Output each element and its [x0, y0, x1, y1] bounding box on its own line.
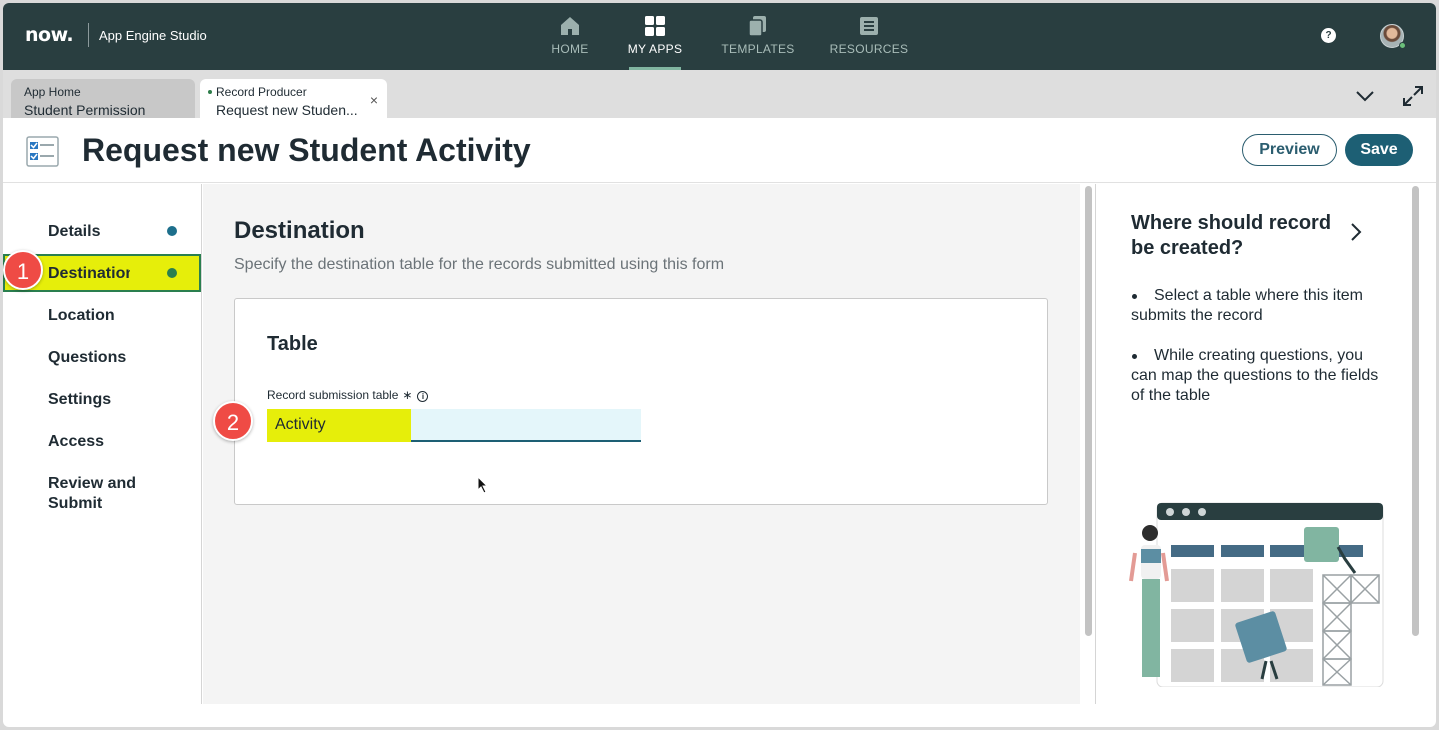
save-button[interactable]: Save — [1345, 134, 1413, 166]
nav-resources-label: RESOURCES — [829, 42, 909, 56]
resources-icon — [860, 17, 878, 35]
help-bullet: While creating questions, you can map th… — [1131, 346, 1391, 406]
field-value: Activity — [275, 416, 326, 433]
main-scrollbar[interactable] — [1085, 186, 1092, 636]
nav-my-apps[interactable]: MY APPS — [615, 15, 695, 70]
nav-home-label: HOME — [551, 42, 589, 56]
step-status-dot — [167, 268, 177, 278]
step-review-and-submit[interactable]: Review and Submit — [3, 464, 201, 514]
step-label: Settings — [48, 391, 112, 408]
nav-my-apps-label: MY APPS — [627, 42, 683, 56]
step-label: Review and Submit — [48, 475, 137, 512]
annotation-badge-2: 2 — [213, 401, 253, 441]
close-icon[interactable]: × — [370, 92, 378, 108]
tab-strip: App Home Student Permission Record Produ… — [3, 70, 1436, 118]
info-icon[interactable]: i — [417, 391, 429, 402]
step-access[interactable]: Access — [3, 422, 201, 460]
presence-indicator — [1399, 42, 1406, 49]
main-content: Destination Specify the destination tabl… — [203, 184, 1080, 704]
tab-record-producer[interactable]: Record Producer Request new Studen... × — [200, 79, 387, 118]
help-bullet: Select a table where this item submits t… — [1131, 286, 1391, 326]
step-label: Location — [48, 307, 115, 324]
tab-label: Student Permission — [24, 102, 146, 118]
nav-home[interactable]: HOME — [530, 15, 610, 70]
chevron-down-icon[interactable] — [1355, 89, 1375, 103]
illustration-image — [1129, 502, 1384, 687]
logo-divider — [88, 23, 89, 47]
annotation-badge-1: 1 — [3, 250, 43, 290]
section-title: Destination — [234, 217, 365, 244]
step-label: Details — [48, 223, 101, 240]
expand-icon[interactable] — [1402, 85, 1424, 107]
step-label: Questions — [48, 349, 127, 366]
now-logo[interactable]: now. — [25, 24, 74, 46]
nav-templates[interactable]: TEMPLATES — [718, 15, 798, 70]
home-icon — [561, 17, 579, 35]
step-location[interactable]: Location — [3, 296, 201, 334]
nav-resources[interactable]: RESOURCES — [829, 15, 909, 70]
record-submission-table-field[interactable]: Activity — [267, 409, 641, 442]
step-status-dot — [167, 226, 177, 236]
field-label-text: Record submission table — [267, 388, 399, 402]
mouse-cursor-icon — [477, 476, 489, 494]
step-questions[interactable]: Questions — [3, 338, 201, 376]
step-details[interactable]: Details — [3, 212, 201, 250]
grid-icon — [645, 16, 665, 36]
help-panel-title: Where should record be created? — [1131, 212, 1332, 259]
step-settings[interactable]: Settings — [3, 380, 201, 418]
tab-kicker: Record Producer — [200, 85, 387, 99]
tab-label: Request new Studen... — [216, 102, 358, 118]
top-navigation: now. App Engine Studio HOME MY APPS TEMP… — [3, 3, 1436, 70]
page-header: Request new Student Activity Preview Sav… — [3, 118, 1436, 183]
help-icon[interactable]: ? — [1321, 28, 1336, 43]
form-checklist-icon — [26, 136, 59, 167]
app-title[interactable]: App Engine Studio — [99, 28, 207, 43]
chevron-right-icon[interactable] — [1349, 222, 1363, 242]
step-label: Access — [48, 433, 105, 450]
tab-app-home[interactable]: App Home Student Permission — [11, 79, 195, 118]
required-icon: ∗ — [402, 388, 413, 402]
field-label: Record submission table ∗ i — [267, 388, 429, 402]
tab-kicker: App Home — [24, 85, 81, 99]
preview-button[interactable]: Preview — [1242, 134, 1337, 166]
templates-icon — [748, 16, 766, 37]
step-label: Destination — [48, 265, 130, 282]
section-subtitle: Specify the destination table for the re… — [234, 256, 725, 273]
help-panel-scrollbar[interactable] — [1412, 186, 1419, 636]
table-card: Table Record submission table ∗ i Activity — [234, 298, 1048, 505]
card-title: Table — [267, 333, 318, 355]
help-bullets: Select a table where this item submits t… — [1131, 286, 1391, 426]
app-window: now. App Engine Studio HOME MY APPS TEMP… — [3, 3, 1436, 727]
nav-templates-label: TEMPLATES — [721, 42, 795, 56]
page-title: Request new Student Activity — [82, 132, 531, 168]
